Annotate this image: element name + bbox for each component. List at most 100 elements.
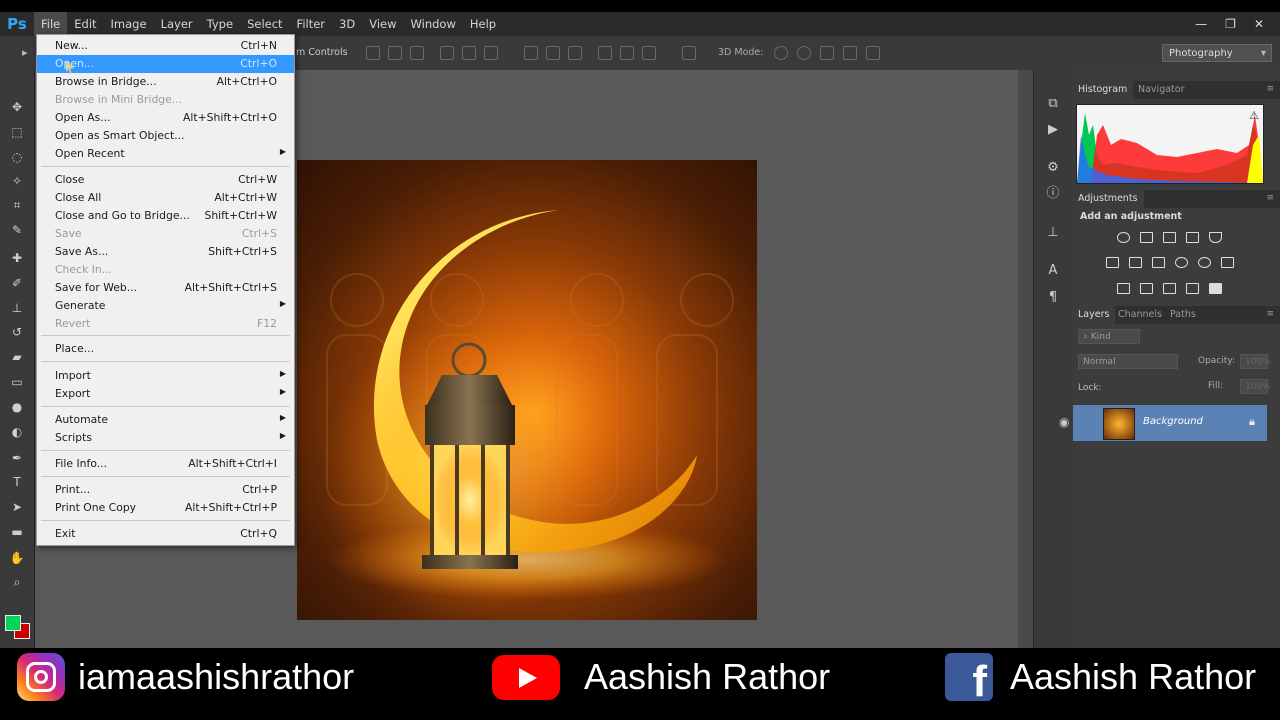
levels-icon[interactable] xyxy=(1140,232,1153,243)
type-tool-icon[interactable]: T xyxy=(9,475,25,489)
stamp-tool-icon[interactable]: ⊥ xyxy=(9,301,25,315)
menu-exit[interactable]: Exit Ctrl+Q xyxy=(37,525,294,543)
menu-3d[interactable]: 3D xyxy=(332,12,362,36)
black-white-icon[interactable] xyxy=(1152,257,1165,268)
distribute-hcenter-icon[interactable] xyxy=(620,46,634,60)
menu-filter[interactable]: Filter xyxy=(290,12,332,36)
info-icon[interactable]: ⓘ xyxy=(1045,186,1061,202)
menu-new[interactable]: New... Ctrl+N xyxy=(37,37,294,55)
menu-save-for-web[interactable]: Save for Web... Alt+Shift+Ctrl+S xyxy=(37,279,294,297)
kind-filter-select[interactable]: ⌕ Kind xyxy=(1078,329,1140,344)
menu-open-as[interactable]: Open As... Alt+Shift+Ctrl+O xyxy=(37,109,294,127)
panel-menu-icon[interactable]: ≡ xyxy=(1266,193,1274,203)
blur-tool-icon[interactable]: ● xyxy=(9,400,25,414)
menu-close-go-bridge[interactable]: Close and Go to Bridge... Shift+Ctrl+W xyxy=(37,207,294,225)
move-tool-icon[interactable]: ✥ xyxy=(9,100,25,114)
menu-revert[interactable]: Revert F12 xyxy=(37,315,294,333)
menu-layer[interactable]: Layer xyxy=(154,12,200,36)
eyedropper-tool-icon[interactable]: ✎ xyxy=(9,223,25,237)
3d-roll-icon[interactable] xyxy=(797,46,811,60)
menu-generate[interactable]: Generate ▶ xyxy=(37,297,294,315)
workspace-select[interactable]: Photography xyxy=(1162,44,1272,63)
menu-file-info[interactable]: File Info... Alt+Shift+Ctrl+I xyxy=(37,455,294,473)
paragraph-icon[interactable]: ¶ xyxy=(1045,290,1061,306)
menu-import[interactable]: Import ▶ xyxy=(37,367,294,385)
3d-pan-icon[interactable] xyxy=(820,46,834,60)
lasso-tool-icon[interactable]: ◌ xyxy=(9,150,25,164)
brush-tool-icon[interactable]: ✐ xyxy=(9,276,25,290)
gradient-tool-icon[interactable]: ▭ xyxy=(9,375,25,389)
hand-tool-icon[interactable]: ✋ xyxy=(9,551,25,565)
menu-save[interactable]: Save Ctrl+S xyxy=(37,225,294,243)
channel-mixer-icon[interactable] xyxy=(1198,257,1211,268)
menu-open-recent[interactable]: Open Recent ▶ xyxy=(37,145,294,163)
color-lookup-icon[interactable] xyxy=(1221,257,1234,268)
menu-open-smart-object[interactable]: Open as Smart Object... xyxy=(37,127,294,145)
selective-color-icon[interactable] xyxy=(1186,283,1199,294)
curves-icon[interactable] xyxy=(1163,232,1176,243)
panel-menu-icon[interactable]: ≡ xyxy=(1266,309,1274,319)
distribute-vcenter-icon[interactable] xyxy=(546,46,560,60)
menu-select[interactable]: Select xyxy=(240,12,289,36)
menu-type[interactable]: Type xyxy=(200,12,240,36)
gradient-map-icon[interactable] xyxy=(1209,283,1222,294)
vertical-scrollbar[interactable] xyxy=(1018,70,1033,648)
menu-file[interactable]: File xyxy=(34,12,68,36)
threshold-icon[interactable] xyxy=(1163,283,1176,294)
document-image[interactable] xyxy=(297,160,757,620)
distribute-left-icon[interactable] xyxy=(598,46,612,60)
posterize-icon[interactable] xyxy=(1140,283,1153,294)
vibrance-icon[interactable] xyxy=(1209,232,1222,243)
3d-scale-icon[interactable] xyxy=(866,46,880,60)
move-tool-icon[interactable]: ▸ xyxy=(22,46,28,59)
align-vcenter-icon[interactable] xyxy=(388,46,402,60)
menu-print-one-copy[interactable]: Print One Copy Alt+Shift+Ctrl+P xyxy=(37,499,294,517)
properties-icon[interactable]: ⚙ xyxy=(1045,160,1061,176)
visibility-eye-icon[interactable]: ◉ xyxy=(1059,415,1069,429)
menu-place[interactable]: Place... xyxy=(37,340,294,358)
align-bottom-icon[interactable] xyxy=(410,46,424,60)
menu-edit[interactable]: Edit xyxy=(67,12,103,36)
actions-play-icon[interactable]: ▶ xyxy=(1045,122,1061,138)
menu-help[interactable]: Help xyxy=(463,12,503,36)
menu-close[interactable]: Close Ctrl+W xyxy=(37,171,294,189)
auto-align-icon[interactable] xyxy=(682,46,696,60)
distribute-bottom-icon[interactable] xyxy=(568,46,582,60)
warning-icon[interactable]: ⚠ xyxy=(1249,109,1259,122)
menu-print[interactable]: Print... Ctrl+P xyxy=(37,481,294,499)
restore-icon[interactable]: ❐ xyxy=(1225,17,1236,31)
tool-presets-icon[interactable]: ⊥ xyxy=(1045,225,1061,241)
menu-export[interactable]: Export ▶ xyxy=(37,385,294,403)
tab-adjustments[interactable]: Adjustments xyxy=(1072,190,1144,208)
pen-tool-icon[interactable]: ✒ xyxy=(9,451,25,465)
3d-rotate-icon[interactable] xyxy=(774,46,788,60)
history-icon[interactable]: ⧉ xyxy=(1045,96,1061,112)
menu-browse-mini-bridge[interactable]: Browse in Mini Bridge... xyxy=(37,91,294,109)
invert-icon[interactable] xyxy=(1117,283,1130,294)
menu-save-as[interactable]: Save As... Shift+Ctrl+S xyxy=(37,243,294,261)
tab-navigator[interactable]: Navigator xyxy=(1132,81,1190,99)
menu-browse-bridge[interactable]: Browse in Bridge... Alt+Ctrl+O xyxy=(37,73,294,91)
crop-tool-icon[interactable]: ⌗ xyxy=(9,198,25,212)
hue-saturation-icon[interactable] xyxy=(1106,257,1119,268)
layer-row-background[interactable]: ◉ Background 🔒︎ xyxy=(1059,405,1267,441)
blend-mode-select[interactable]: Normal xyxy=(1078,354,1178,369)
align-top-icon[interactable] xyxy=(366,46,380,60)
distribute-right-icon[interactable] xyxy=(642,46,656,60)
photo-filter-icon[interactable] xyxy=(1175,257,1188,268)
tab-channels[interactable]: Channels xyxy=(1112,306,1168,324)
tab-histogram[interactable]: Histogram xyxy=(1072,81,1134,99)
healing-tool-icon[interactable]: ✚ xyxy=(9,251,25,265)
foreground-color-swatch[interactable] xyxy=(5,615,21,631)
align-hcenter-icon[interactable] xyxy=(462,46,476,60)
exposure-icon[interactable] xyxy=(1186,232,1199,243)
align-left-icon[interactable] xyxy=(440,46,454,60)
fill-input[interactable]: 100% xyxy=(1240,379,1271,394)
tab-layers[interactable]: Layers xyxy=(1072,306,1116,324)
menu-close-all[interactable]: Close All Alt+Ctrl+W xyxy=(37,189,294,207)
menu-scripts[interactable]: Scripts ▶ xyxy=(37,429,294,447)
minimize-icon[interactable]: — xyxy=(1195,17,1207,31)
menu-check-in[interactable]: Check In... xyxy=(37,261,294,279)
character-icon[interactable]: A xyxy=(1045,263,1061,279)
close-icon[interactable]: ✕ xyxy=(1254,17,1264,31)
